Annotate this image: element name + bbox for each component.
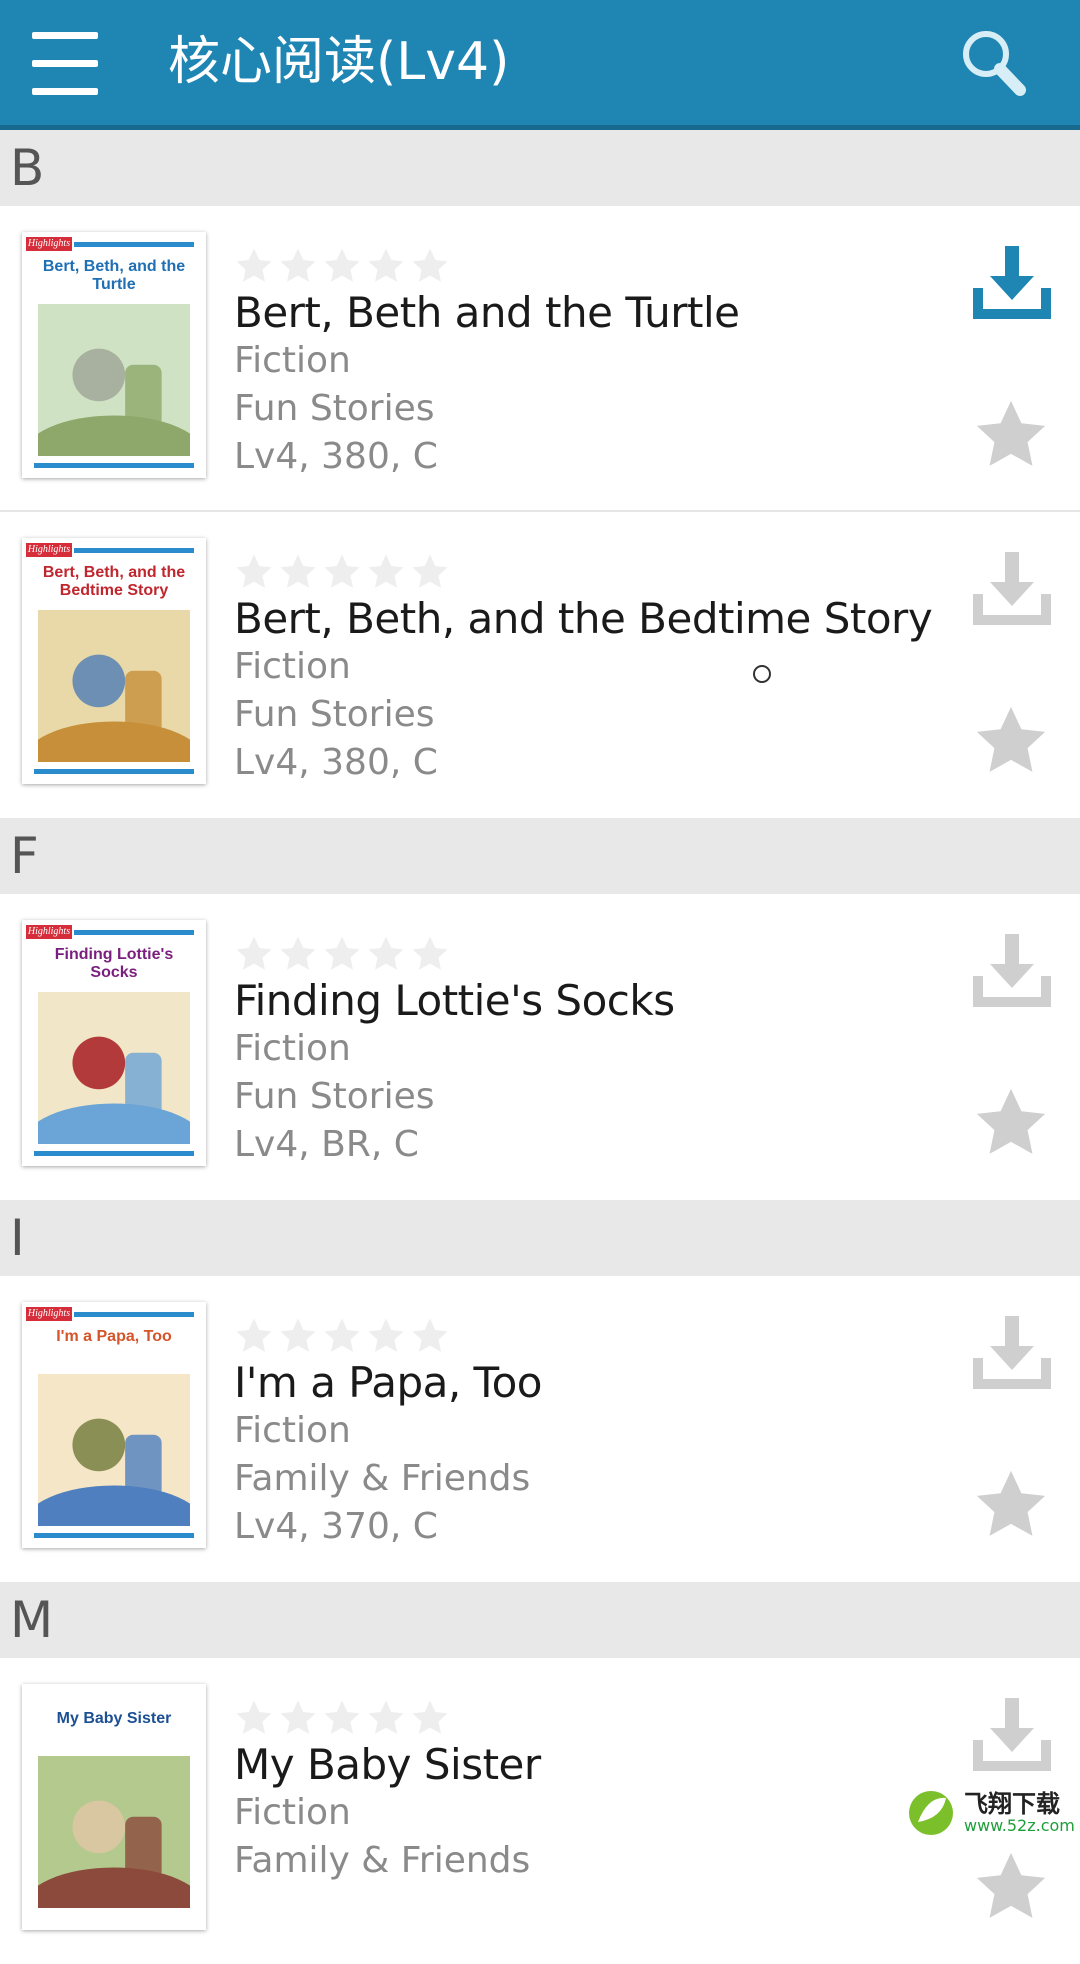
- cover-title: Bert, Beth, and the Bedtime Story: [42, 564, 186, 599]
- book-title: Bert, Beth and the Turtle: [234, 288, 740, 337]
- menu-button[interactable]: [28, 30, 102, 96]
- cover-title: I'm a Papa, Too: [56, 1328, 172, 1345]
- download-button[interactable]: [972, 1694, 1052, 1778]
- book-title: My Baby Sister: [234, 1740, 541, 1789]
- download-icon: [972, 552, 1052, 636]
- download-icon: [972, 1698, 1052, 1782]
- book-series: Fun Stories: [234, 694, 435, 735]
- download-icon: [972, 934, 1052, 1018]
- book-cover[interactable]: Highlights Bert, Beth, and the Bedtime S…: [22, 538, 206, 784]
- section-header-i: I: [0, 1200, 1080, 1276]
- book-title: Bert, Beth, and the Bedtime Story: [234, 594, 933, 643]
- search-button[interactable]: [954, 24, 1034, 104]
- cover-title: Bert, Beth, and the Turtle: [42, 258, 186, 293]
- watermark: 飞翔下载 www.52z.com: [906, 1782, 1076, 1844]
- book-series: Family & Friends: [234, 1458, 531, 1499]
- cover-illustration: [38, 1374, 190, 1526]
- download-icon: [972, 1316, 1052, 1400]
- touch-indicator: [753, 665, 771, 683]
- hamburger-menu-icon-bar: [32, 60, 98, 67]
- cover-illustration: [38, 304, 190, 456]
- download-button[interactable]: [972, 548, 1052, 632]
- book-title: Finding Lottie's Socks: [234, 976, 675, 1025]
- hamburger-menu-icon-bar: [32, 88, 98, 95]
- section-header-f: F: [0, 818, 1080, 894]
- download-button[interactable]: [972, 930, 1052, 1014]
- book-genre: Fiction: [234, 646, 351, 687]
- hamburger-menu-icon: [32, 32, 98, 39]
- book-list-item[interactable]: Highlights Bert, Beth, and the Turtle Be…: [0, 206, 1080, 512]
- cover-illustration: [38, 1756, 190, 1908]
- book-level: Lv4, 380, C: [234, 436, 438, 477]
- book-genre: Fiction: [234, 1028, 351, 1069]
- book-series: Fun Stories: [234, 388, 435, 429]
- section-header-m: M: [0, 1582, 1080, 1658]
- book-genre: Fiction: [234, 340, 351, 381]
- section-header-b: B: [0, 130, 1080, 206]
- cover-publisher-tag: Highlights: [26, 237, 72, 251]
- cover-illustration: [38, 610, 190, 762]
- book-level: Lv4, BR, C: [234, 1124, 419, 1165]
- rating-stars: [234, 1316, 454, 1356]
- rating-stars: [234, 934, 454, 974]
- book-cover[interactable]: Highlights Bert, Beth, and the Turtle: [22, 232, 206, 478]
- star-icon: [972, 1470, 1050, 1548]
- watermark-text: 飞翔下载: [964, 1790, 1060, 1818]
- cover-title: My Baby Sister: [56, 1710, 172, 1727]
- book-list-item[interactable]: Highlights I'm a Papa, Too I'm a Papa, T…: [0, 1276, 1080, 1582]
- leaf-logo-icon: [909, 1791, 953, 1835]
- book-list: B Highlights Bert, Beth, and the Turtle …: [0, 130, 1080, 1964]
- download-icon: [972, 246, 1052, 330]
- book-genre: Fiction: [234, 1410, 351, 1451]
- watermark-url: www.52z.com: [964, 1816, 1075, 1835]
- favorite-button[interactable]: [972, 396, 1052, 474]
- cover-illustration: [38, 992, 190, 1144]
- cover-publisher-tag: Highlights: [26, 925, 72, 939]
- app-bar: 核心阅读(Lv4): [0, 0, 1080, 130]
- book-list-item[interactable]: Highlights Finding Lottie's Socks Findin…: [0, 894, 1080, 1200]
- download-button[interactable]: [972, 242, 1052, 326]
- book-series: Family & Friends: [234, 1840, 531, 1881]
- cover-publisher-tag: Highlights: [26, 1307, 72, 1321]
- book-level: Lv4, 380, C: [234, 742, 438, 783]
- star-icon: [972, 1088, 1050, 1166]
- cover-publisher-tag: Highlights: [26, 543, 72, 557]
- favorite-button[interactable]: [972, 1084, 1052, 1162]
- book-cover[interactable]: Highlights Finding Lottie's Socks: [22, 920, 206, 1166]
- download-button[interactable]: [972, 1312, 1052, 1396]
- page-title: 核心阅读(Lv4): [168, 32, 510, 92]
- star-icon: [972, 400, 1050, 478]
- cover-title: Finding Lottie's Socks: [54, 946, 174, 981]
- book-series: Fun Stories: [234, 1076, 435, 1117]
- favorite-button[interactable]: [972, 1466, 1052, 1544]
- rating-stars: [234, 1698, 454, 1738]
- rating-stars: [234, 246, 454, 286]
- search-icon: [963, 31, 1026, 96]
- favorite-button[interactable]: [972, 1848, 1052, 1926]
- book-cover[interactable]: Highlights I'm a Papa, Too: [22, 1302, 206, 1548]
- rating-stars: [234, 552, 454, 592]
- favorite-button[interactable]: [972, 702, 1052, 780]
- book-cover[interactable]: My Baby Sister: [22, 1684, 206, 1930]
- book-genre: Fiction: [234, 1792, 351, 1833]
- book-list-item[interactable]: Highlights Bert, Beth, and the Bedtime S…: [0, 512, 1080, 818]
- book-level: Lv4, 370, C: [234, 1506, 438, 1547]
- star-icon: [972, 706, 1050, 784]
- book-title: I'm a Papa, Too: [234, 1358, 542, 1407]
- star-icon: [972, 1852, 1050, 1930]
